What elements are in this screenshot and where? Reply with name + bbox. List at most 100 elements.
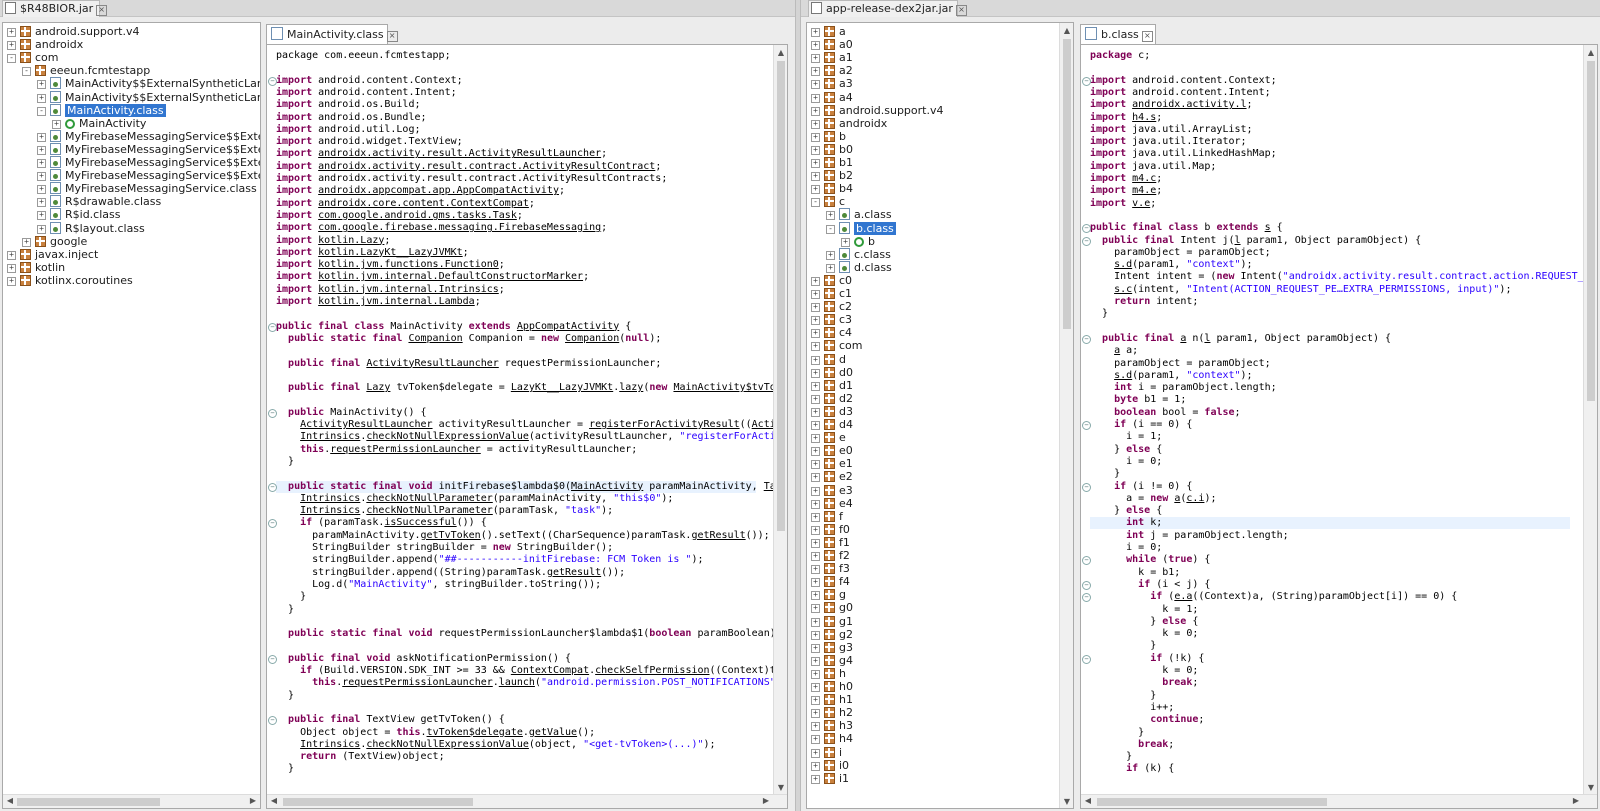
- tree-item[interactable]: + c1: [811, 287, 852, 300]
- expand-icon[interactable]: +: [7, 263, 16, 273]
- code-line[interactable]: public static final void initFirebase$la…: [276, 480, 782, 493]
- code-line[interactable]: Intrinsics.checkNotNullParameter(paramTa…: [276, 505, 613, 517]
- code-line[interactable]: a a;: [1090, 345, 1138, 357]
- code-line[interactable]: ActivityResultLauncher activityResultLau…: [276, 419, 782, 431]
- fold-icon[interactable]: −: [268, 76, 277, 86]
- tree-item[interactable]: + R$id.class: [37, 208, 120, 221]
- tree-item[interactable]: + e2: [811, 470, 853, 483]
- code-line[interactable]: k = b1;: [1090, 567, 1180, 579]
- tree-item[interactable]: + google: [22, 235, 87, 248]
- scroll-left-icon[interactable]: ◀: [1081, 795, 1095, 807]
- expand-icon[interactable]: +: [7, 41, 16, 51]
- expand-icon[interactable]: +: [811, 28, 820, 37]
- code-line[interactable]: continue;: [1090, 714, 1204, 726]
- code-line[interactable]: i = 1;: [1090, 431, 1162, 443]
- editor-vertical-scrollbar[interactable]: ▲ ▼: [1583, 45, 1597, 794]
- tree-item[interactable]: + d0: [811, 366, 853, 379]
- tree-item[interactable]: + c.class: [826, 247, 891, 261]
- scroll-down-icon[interactable]: ▼: [1060, 796, 1073, 808]
- editor-tab-mainactivity[interactable]: MainActivity.class ×: [266, 24, 398, 44]
- tree-item[interactable]: + com: [811, 339, 863, 352]
- expand-icon[interactable]: +: [811, 604, 820, 614]
- code-line[interactable]: return intent;: [1090, 296, 1198, 308]
- code-line[interactable]: import android.content.Context;: [1090, 75, 1277, 87]
- expand-icon[interactable]: +: [811, 185, 820, 195]
- code-line[interactable]: import androidx.activity.result.contract…: [276, 161, 661, 173]
- code-line[interactable]: import kotlin.jvm.functions.Function0;: [276, 259, 505, 271]
- expand-icon[interactable]: +: [826, 250, 835, 260]
- code-line[interactable]: import java.util.Iterator;: [1090, 136, 1247, 148]
- tree-item[interactable]: + i: [811, 746, 842, 759]
- expand-icon[interactable]: +: [811, 276, 820, 286]
- code-line[interactable]: Log.d("MainActivity", stringBuilder.toSt…: [276, 579, 601, 591]
- expand-icon[interactable]: +: [811, 41, 820, 51]
- expand-icon[interactable]: +: [811, 525, 820, 535]
- code-line[interactable]: public final class MainActivity extends …: [276, 321, 631, 333]
- code-line[interactable]: int i = paramObject.length;: [1090, 382, 1277, 394]
- code-line[interactable]: if (!k) {: [1090, 653, 1204, 665]
- code-line[interactable]: import kotlin.jvm.internal.Lambda;: [276, 296, 481, 308]
- tree-item[interactable]: + h0: [811, 680, 853, 693]
- expand-icon[interactable]: +: [811, 552, 820, 561]
- fold-icon[interactable]: −: [1082, 654, 1091, 664]
- code-line[interactable]: }: [1090, 727, 1144, 739]
- code-line[interactable]: public final Intent j(l param1, Object p…: [1090, 235, 1421, 247]
- code-line[interactable]: s.d(param1, "context");: [1090, 259, 1252, 271]
- code-line[interactable]: public final ActivityResultLauncher requ…: [276, 358, 661, 370]
- tree-item[interactable]: + d2: [811, 392, 853, 405]
- tree-item[interactable]: + g3: [811, 641, 853, 654]
- tree-item[interactable]: + f3: [811, 562, 850, 575]
- code-line[interactable]: import m4.e;: [1090, 185, 1162, 197]
- expand-icon[interactable]: +: [811, 145, 820, 155]
- tree-item[interactable]: + MyFirebaseMessagingService$$ExternalSy: [37, 142, 260, 156]
- code-line[interactable]: }: [276, 763, 294, 775]
- scrollbar-thumb[interactable]: [1063, 39, 1071, 329]
- scrollbar-thumb[interactable]: [17, 798, 160, 806]
- code-line[interactable]: Intrinsics.checkNotNullExpressionValue(o…: [276, 739, 715, 751]
- expand-icon[interactable]: +: [37, 145, 46, 155]
- scroll-up-icon[interactable]: ▲: [774, 47, 787, 59]
- tree-item[interactable]: + f: [811, 510, 843, 523]
- code-line[interactable]: if (i < j) {: [1090, 579, 1210, 591]
- tree-item[interactable]: + g4: [811, 654, 853, 667]
- expand-icon[interactable]: +: [811, 434, 820, 444]
- code-line[interactable]: package c;: [1090, 50, 1150, 62]
- code-line[interactable]: if (paramTask.isSuccessful()) {: [276, 517, 487, 529]
- code-line[interactable]: import android.os.Bundle;: [276, 112, 427, 124]
- expand-icon[interactable]: +: [22, 237, 31, 247]
- expand-icon[interactable]: +: [811, 172, 820, 182]
- code-line[interactable]: i = 0;: [1090, 456, 1162, 468]
- tree-item[interactable]: + d4: [811, 418, 853, 431]
- code-line[interactable]: if (i != 0) {: [1090, 481, 1192, 493]
- tree-item[interactable]: + androidx: [811, 117, 887, 130]
- fold-icon[interactable]: −: [1082, 482, 1091, 492]
- tree-item[interactable]: + androidx: [7, 38, 83, 51]
- expand-icon[interactable]: +: [841, 237, 850, 247]
- expand-icon[interactable]: +: [811, 486, 820, 496]
- expand-icon[interactable]: +: [811, 669, 820, 679]
- tree-item[interactable]: + a0: [811, 38, 853, 51]
- expand-icon[interactable]: +: [37, 185, 46, 195]
- expand-icon[interactable]: +: [811, 617, 820, 627]
- tree-item[interactable]: + d3: [811, 405, 853, 418]
- tree-item[interactable]: -c: [811, 195, 845, 208]
- expand-icon[interactable]: +: [37, 80, 46, 90]
- tree-item[interactable]: + R$drawable.class: [37, 195, 161, 208]
- code-line[interactable]: break;: [1090, 677, 1198, 689]
- editor-tab-bclass[interactable]: b.class ×: [1080, 24, 1156, 44]
- scroll-left-icon[interactable]: ◀: [3, 795, 17, 807]
- expand-icon[interactable]: +: [811, 761, 820, 771]
- code-line[interactable]: import java.util.LinkedHashMap;: [1090, 148, 1277, 160]
- code-line[interactable]: public final void askNotificationPermiss…: [276, 653, 571, 665]
- fold-icon[interactable]: −: [1082, 421, 1091, 430]
- editor-horizontal-scrollbar[interactable]: ◀ ▶: [1081, 794, 1597, 808]
- code-line[interactable]: Object object = this.tvToken$delegate.ge…: [276, 727, 595, 739]
- scroll-right-icon[interactable]: ▶: [759, 795, 773, 807]
- expand-icon[interactable]: +: [811, 355, 820, 365]
- expand-icon[interactable]: +: [811, 316, 820, 326]
- editor-horizontal-scrollbar[interactable]: ◀ ▶: [267, 794, 787, 808]
- editor-vertical-scrollbar[interactable]: ▲ ▼: [773, 45, 787, 794]
- code-line[interactable]: this.requestPermissionLauncher.launch("a…: [276, 677, 782, 689]
- scroll-up-icon[interactable]: ▲: [1060, 25, 1073, 37]
- code-line[interactable]: Intrinsics.checkNotNullParameter(paramMa…: [276, 493, 673, 505]
